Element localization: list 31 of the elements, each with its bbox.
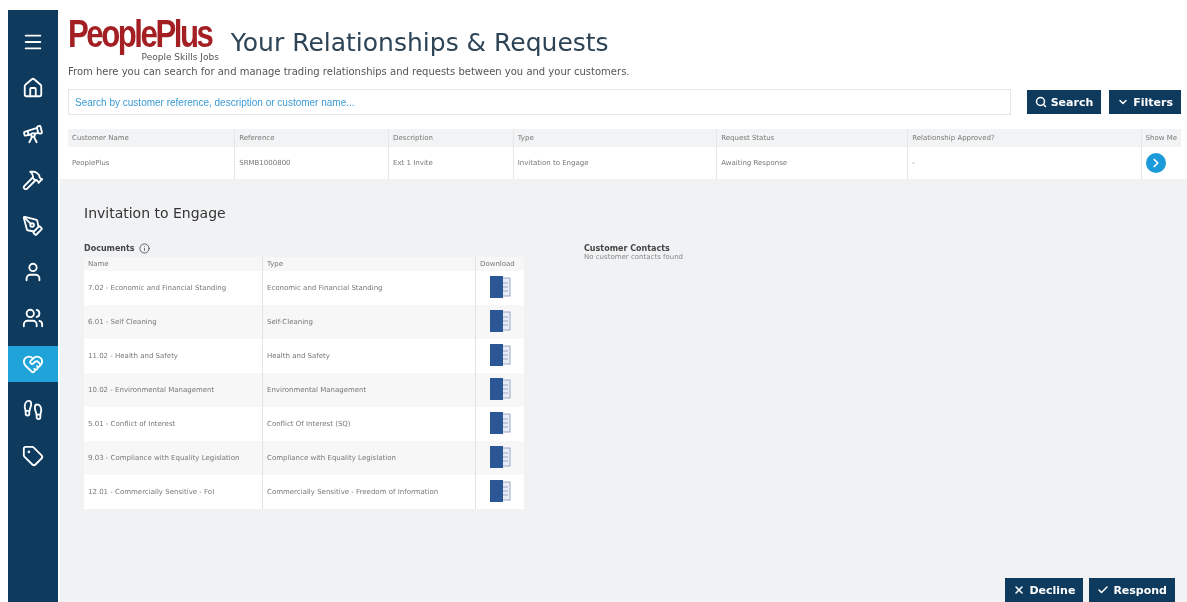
search-field[interactable]: Search by customer reference, description or customer name...	[68, 89, 1011, 115]
telescope-icon	[22, 123, 44, 145]
search-icon	[1034, 96, 1047, 108]
word-document-icon[interactable]	[489, 445, 511, 469]
pen-icon	[22, 215, 44, 237]
handshake-icon	[22, 353, 44, 375]
respond-button[interactable]: Respond	[1089, 578, 1175, 602]
decline-button[interactable]: Decline	[1005, 578, 1084, 602]
filters-button[interactable]: Filters	[1109, 90, 1181, 114]
word-document-icon[interactable]	[489, 411, 511, 435]
home-icon	[22, 77, 44, 99]
footprints-icon	[22, 399, 44, 421]
logo-tagline: People Skills Jobs	[141, 52, 219, 62]
info-icon[interactable]	[138, 243, 150, 254]
word-document-icon[interactable]	[489, 343, 511, 367]
hammer-icon	[22, 169, 44, 191]
tag-icon	[22, 445, 44, 467]
people-icon	[22, 307, 44, 329]
search-button[interactable]: Search	[1026, 90, 1102, 114]
panel-title: Invitation to Engage	[84, 205, 227, 221]
documents-label: Documents	[84, 244, 135, 253]
check-icon	[1097, 584, 1110, 596]
page-title: Your Relationships & Requests	[230, 28, 609, 57]
word-document-icon[interactable]	[489, 309, 511, 333]
show-me-button[interactable]	[1145, 153, 1166, 173]
word-document-icon[interactable]	[489, 479, 511, 503]
word-document-icon[interactable]	[489, 275, 511, 299]
close-icon	[1013, 584, 1026, 596]
contacts-title: Customer Contacts	[584, 244, 671, 253]
intro-text: From here you can search for and manage trading relationships and requests between you and your customers.	[68, 66, 631, 77]
word-document-icon[interactable]	[489, 377, 511, 401]
